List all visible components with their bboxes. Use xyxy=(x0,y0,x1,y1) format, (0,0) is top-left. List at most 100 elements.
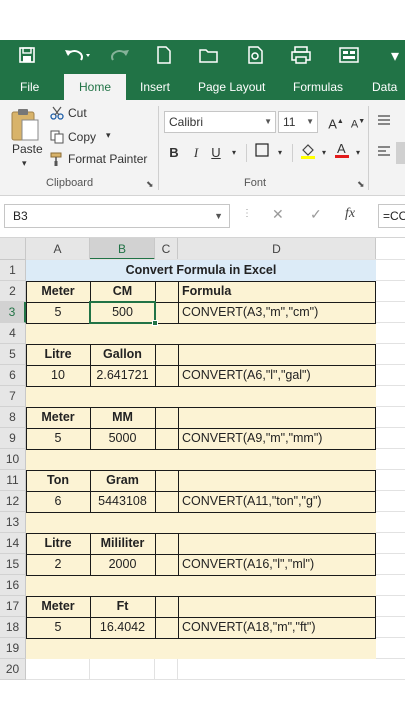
format-painter-icon[interactable] xyxy=(50,152,64,169)
cut-icon[interactable] xyxy=(50,106,64,123)
font-size-select[interactable]: 11 ▼ xyxy=(278,111,318,133)
tab-data[interactable]: Data xyxy=(372,74,397,100)
fill-handle[interactable] xyxy=(152,320,158,326)
cell-formula-text[interactable]: CONVERT(A18,"m","ft") xyxy=(182,617,374,638)
row-header-10[interactable]: 10 xyxy=(0,449,26,470)
cell-result-value[interactable]: 16.4042 xyxy=(90,617,155,638)
cell-input-value[interactable]: 6 xyxy=(26,491,90,512)
open-folder-icon[interactable] xyxy=(198,46,220,68)
cell-unit-from-header: Litre xyxy=(44,536,72,550)
row-header-7[interactable]: 7 xyxy=(0,386,26,407)
clipboard-launcher-icon[interactable]: ⬊ xyxy=(146,179,154,190)
cell-formula-text[interactable]: CONVERT(A11,"ton","g") xyxy=(182,491,374,512)
print-preview-icon[interactable] xyxy=(246,46,266,68)
cell-input-value[interactable]: 5 xyxy=(26,302,90,323)
cell-formula-text[interactable]: CONVERT(A3,"m","cm") xyxy=(182,302,374,323)
row-header-11[interactable]: 11 xyxy=(0,470,26,491)
copy-dropdown-icon[interactable]: ▾ xyxy=(106,130,111,141)
cell-formula-text[interactable]: CONVERT(A9,"m","mm") xyxy=(182,428,374,449)
cell-result-value[interactable]: 2000 xyxy=(90,554,155,575)
enter-icon[interactable]: ✓ xyxy=(310,206,322,223)
align-left-icon[interactable] xyxy=(374,143,394,163)
cell-input-value[interactable]: 10 xyxy=(26,365,90,386)
cell-result-value[interactable]: 2.641721 xyxy=(90,365,155,386)
table-column-divider xyxy=(155,344,156,386)
new-file-icon[interactable] xyxy=(154,46,174,68)
fill-color-dropdown-icon[interactable]: ▾ xyxy=(314,143,334,163)
column-header-b[interactable]: B xyxy=(90,238,155,260)
underline-button[interactable]: U xyxy=(206,143,226,163)
row-header-14[interactable]: 14 xyxy=(0,533,26,554)
column-header-d[interactable]: D xyxy=(178,238,376,260)
decrease-font-icon[interactable]: A▼ xyxy=(348,112,368,132)
underline-dropdown-icon[interactable]: ▾ xyxy=(224,143,244,163)
cancel-icon[interactable]: ✕ xyxy=(272,206,284,223)
tab-file[interactable]: File xyxy=(20,74,39,100)
cell-formula-text[interactable]: CONVERT(A6,"l","gal") xyxy=(182,365,374,386)
cell-input-value[interactable]: 5 xyxy=(26,617,90,638)
save-icon[interactable] xyxy=(16,46,38,68)
row-header-19[interactable]: 19 xyxy=(0,638,26,659)
redo-icon[interactable] xyxy=(106,46,136,68)
svg-text:A: A xyxy=(337,141,346,156)
font-color-dropdown-icon[interactable]: ▾ xyxy=(348,143,368,163)
cut-button[interactable]: Cut xyxy=(68,106,87,120)
tab-formulas[interactable]: Formulas xyxy=(293,74,343,100)
italic-button[interactable]: I xyxy=(186,143,206,163)
ribbon-divider xyxy=(158,106,159,190)
row-header-15[interactable]: 15 xyxy=(0,554,26,575)
cell-result-value[interactable]: 5000 xyxy=(90,428,155,449)
font-name-value: Calibri xyxy=(169,115,204,129)
increase-font-icon[interactable]: A▲ xyxy=(326,112,346,132)
tab-home[interactable]: Home xyxy=(64,74,126,100)
row-header-20[interactable]: 20 xyxy=(0,659,26,680)
select-all-corner[interactable] xyxy=(0,238,26,260)
align-top-icon[interactable] xyxy=(374,112,394,132)
cell-result-value[interactable]: 5443108 xyxy=(90,491,155,512)
cell-unit-to-header: Ft xyxy=(116,599,129,613)
copy-button[interactable]: Copy xyxy=(68,130,96,144)
font-name-select[interactable]: Calibri ▼ xyxy=(164,111,276,133)
row-header-18[interactable]: 18 xyxy=(0,617,26,638)
quick-print-icon[interactable] xyxy=(290,46,312,68)
formula-bar-handle-icon[interactable]: ⋮ xyxy=(242,208,253,219)
formula-input[interactable]: =CO xyxy=(378,204,405,228)
customize-toolbar-icon[interactable]: ▾ xyxy=(388,46,402,68)
format-painter-button[interactable]: Format Painter xyxy=(68,152,147,166)
tab-page-layout[interactable]: Page Layout xyxy=(198,74,265,100)
row-header-13[interactable]: 13 xyxy=(0,512,26,533)
ribbon-divider xyxy=(368,106,369,190)
cell-unit-from-header: Litre xyxy=(44,347,72,361)
form-icon[interactable] xyxy=(338,46,360,68)
paste-dropdown-icon[interactable]: ▾ xyxy=(22,158,27,169)
row-header-16[interactable]: 16 xyxy=(0,575,26,596)
cell-input-value[interactable]: 2 xyxy=(26,554,90,575)
row-header-12[interactable]: 12 xyxy=(0,491,26,512)
row-header-8[interactable]: 8 xyxy=(0,407,26,428)
borders-dropdown-icon[interactable]: ▾ xyxy=(270,143,290,163)
font-size-dropdown-icon: ▼ xyxy=(306,117,314,126)
column-header-a[interactable]: A xyxy=(26,238,90,260)
cell-input-value[interactable]: 5 xyxy=(26,428,90,449)
bold-button[interactable]: B xyxy=(164,143,184,163)
tab-insert[interactable]: Insert xyxy=(140,74,170,100)
copy-icon[interactable] xyxy=(50,130,64,147)
row-header-17[interactable]: 17 xyxy=(0,596,26,617)
row-header-4[interactable]: 4 xyxy=(0,323,26,344)
row-header-2[interactable]: 2 xyxy=(0,281,26,302)
row-header-6[interactable]: 6 xyxy=(0,365,26,386)
insert-function-button[interactable]: fx xyxy=(345,206,355,222)
row-header-5[interactable]: 5 xyxy=(0,344,26,365)
undo-icon[interactable] xyxy=(62,46,92,68)
font-launcher-icon[interactable]: ⬊ xyxy=(357,179,365,190)
selected-cell-b3[interactable] xyxy=(89,301,156,324)
row-header-3[interactable]: 3 xyxy=(0,302,26,323)
row-header-1[interactable]: 1 xyxy=(0,260,26,281)
align-center-button[interactable] xyxy=(396,142,405,164)
column-header-c[interactable]: C xyxy=(155,238,178,260)
borders-icon[interactable] xyxy=(252,143,272,163)
paste-button[interactable]: Paste xyxy=(12,142,43,156)
name-box[interactable]: B3 ▼ xyxy=(4,204,230,228)
cell-formula-text[interactable]: CONVERT(A16,"l","ml") xyxy=(182,554,374,575)
row-header-9[interactable]: 9 xyxy=(0,428,26,449)
